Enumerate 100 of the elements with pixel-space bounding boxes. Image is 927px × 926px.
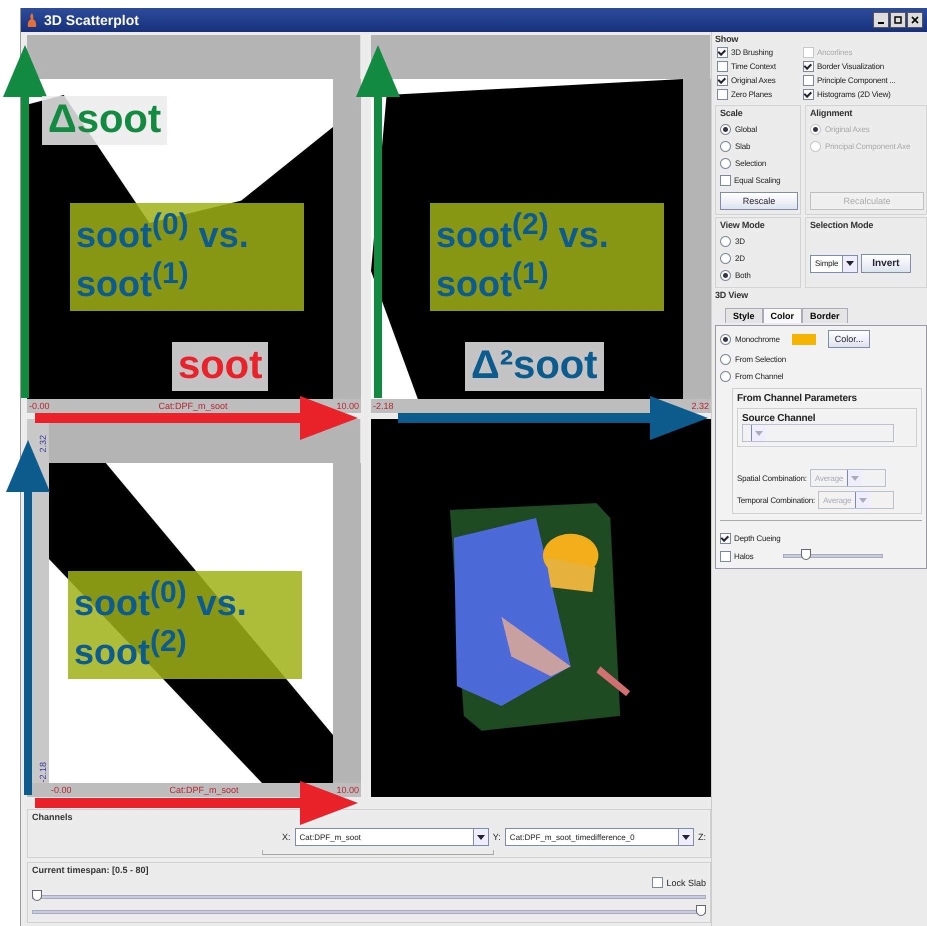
axis-label: Cat:DPF_m_soot: [169, 785, 238, 795]
field-label: Spatial Combination:: [737, 474, 807, 482]
group-title: Channels: [32, 812, 74, 822]
checkbox[interactable]: [803, 89, 814, 100]
group-title: From Channel Parameters: [737, 393, 858, 404]
axis-annotation: soot: [172, 342, 268, 391]
radio-button[interactable]: [720, 158, 731, 169]
radio-label: 3D: [735, 237, 745, 246]
group-title: Scale: [720, 108, 744, 118]
app-icon: [25, 12, 39, 28]
minimize-button[interactable]: [873, 12, 889, 28]
field-label: Y:: [492, 832, 501, 842]
checkbox-label: Halos: [734, 552, 754, 560]
group-title: View Mode: [720, 220, 766, 230]
radio-label: Global: [735, 125, 757, 134]
plot-annotation: soot$^{(0)}$ vs. soot$^{(1)}$: [70, 203, 304, 311]
axis-value: -2.18: [38, 762, 48, 783]
tab[interactable]: Style: [725, 308, 763, 323]
axis-value: 2.32: [38, 435, 48, 453]
radio-label: From Channel: [735, 372, 784, 381]
close-button[interactable]: [907, 12, 923, 28]
checkbox[interactable]: [717, 89, 728, 100]
dropdown[interactable]: Simple: [810, 254, 858, 272]
radio-label: Original Axes: [825, 125, 870, 134]
checkbox-label: Time Context: [731, 62, 776, 71]
axis-value: -2.18: [373, 401, 394, 411]
caret-icon: [846, 261, 854, 266]
color-button[interactable]: Color...: [828, 330, 870, 348]
checkbox[interactable]: [720, 175, 731, 186]
checkbox-label: Equal Scaling: [734, 176, 780, 185]
maximize-icon: [894, 16, 902, 24]
checkbox-label: Border Visualization: [817, 62, 884, 71]
slider-thumb[interactable]: [696, 905, 706, 916]
axis-value: 10.00: [336, 401, 359, 411]
axis-annotation: Δsoot: [42, 96, 168, 145]
radio-label: Slab: [735, 142, 750, 151]
group-title: Alignment: [810, 108, 854, 118]
radio-label: 2D: [735, 254, 745, 263]
radio-button[interactable]: [720, 371, 731, 382]
field-label: Z:: [698, 832, 706, 842]
caret-icon: [476, 834, 485, 840]
group-title: Source Channel: [742, 413, 816, 424]
tab[interactable]: Color: [762, 308, 802, 323]
checkbox-label: Histograms (2D View): [817, 90, 891, 99]
checkbox-label: 3D Brushing: [731, 48, 773, 57]
checkbox[interactable]: [717, 47, 728, 58]
caret-icon: [755, 430, 763, 436]
window-title: 3D Scatterplot: [44, 12, 140, 28]
dropdown[interactable]: Cat:DPF_m_soot_timedifference_0: [504, 828, 694, 846]
caret-icon: [851, 476, 860, 480]
radio-button[interactable]: [720, 270, 731, 281]
slider-thumb[interactable]: [801, 549, 812, 560]
radio-label: Both: [735, 271, 751, 280]
checkbox[interactable]: [720, 550, 731, 562]
caret-icon: [859, 498, 868, 502]
checkbox-label: Ancorlines: [817, 48, 852, 57]
invert-button[interactable]: Invert: [861, 254, 910, 273]
plot-annotation: soot$^{(2)}$ vs. soot$^{(1)}$: [430, 203, 664, 311]
group-title: Selection Mode: [810, 220, 874, 230]
close-icon: [911, 16, 919, 24]
checkbox[interactable]: [652, 877, 664, 888]
group-title: Show: [715, 34, 740, 44]
radio-button[interactable]: [720, 334, 731, 344]
radio-button[interactable]: [720, 354, 731, 365]
checkbox[interactable]: [717, 61, 728, 72]
axis-value: -0.00: [51, 785, 72, 795]
checkbox-label: Original Axes: [731, 76, 776, 85]
checkbox-label: Zero Planes: [731, 90, 772, 99]
radio-button[interactable]: [720, 236, 731, 247]
radio-label: Principal Component Axe: [825, 142, 910, 151]
radio-button[interactable]: [720, 124, 731, 135]
axis-label: Cat:DPF_m_soot: [158, 401, 228, 411]
checkbox[interactable]: [803, 75, 814, 86]
checkbox[interactable]: [803, 61, 814, 72]
checkbox-label: Depth Cueing: [734, 534, 781, 543]
dropdown[interactable]: Cat:DPF_m_soot: [294, 828, 489, 846]
field-label: Temporal Combination:: [737, 496, 816, 504]
plot-annotation: soot$^{(0)}$ vs. soot$^{(2)}$: [68, 571, 302, 679]
axis-annotation: Δ²soot: [465, 342, 604, 391]
tab[interactable]: Border: [802, 308, 848, 323]
checkbox-label: Lock Slab: [666, 878, 706, 888]
axis-value: 2.32: [691, 401, 709, 411]
radio-label: Selection: [735, 159, 766, 168]
checkbox[interactable]: [717, 75, 728, 86]
maximize-button[interactable]: [890, 12, 906, 28]
field-label: X:: [282, 832, 291, 842]
slider-thumb[interactable]: [32, 890, 42, 901]
scroll-bar[interactable]: [262, 850, 494, 855]
radio-label: Monochrome: [735, 334, 780, 344]
checkbox[interactable]: [720, 533, 731, 544]
axis-value: -0.00: [29, 401, 50, 411]
axis-value: 10.00: [336, 785, 359, 795]
group-title: Current timespan: [0.5 - 80]: [32, 865, 150, 875]
radio-button[interactable]: [720, 141, 731, 152]
group-title: 3D View: [715, 290, 749, 300]
rescale-button[interactable]: Rescale: [720, 192, 798, 210]
checkbox-label: Principle Component ...: [817, 76, 896, 85]
radio-button[interactable]: [720, 253, 731, 264]
caret-icon: [682, 834, 690, 840]
radio-label: From Selection: [735, 355, 786, 364]
